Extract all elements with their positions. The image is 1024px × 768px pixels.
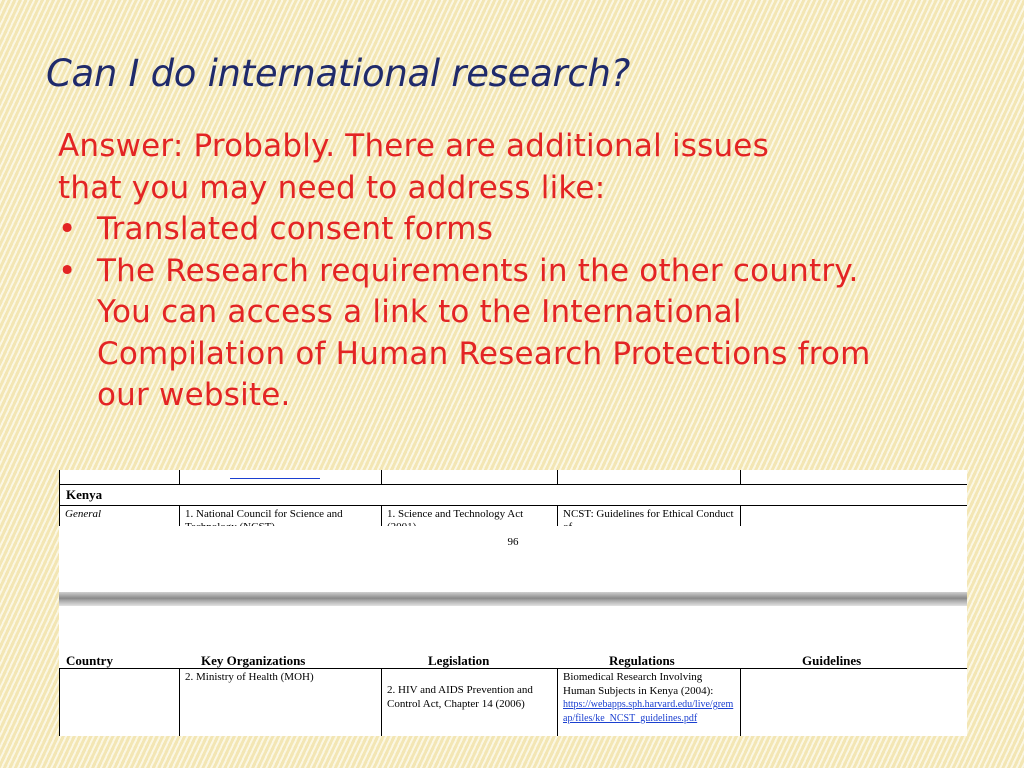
- slide-body: Answer: Probably. There are additional i…: [58, 126, 918, 417]
- cell-regulations: Biomedical Research Involving Human Subj…: [557, 668, 741, 736]
- bullet-icon: •: [58, 211, 77, 247]
- answer-line-1: Answer: Probably. There are additional i…: [58, 128, 769, 164]
- header-key-organizations: Key Organizations: [201, 653, 306, 668]
- bullet-item: • Translated consent forms: [58, 209, 918, 251]
- bullet-list: • Translated consent forms • The Researc…: [58, 209, 918, 417]
- answer-line-2: that you may need to address like:: [58, 169, 606, 206]
- guidelines-link[interactable]: https://webapps.sph.harvard.edu/live/gre…: [563, 698, 735, 725]
- header-guidelines: Guidelines: [802, 653, 862, 668]
- cell-guidelines: [740, 668, 967, 736]
- page-footer: 96: [59, 526, 967, 592]
- cell-key-org: 2. Ministry of Health (MOH): [179, 668, 382, 736]
- bullet-text: Translated consent forms: [97, 211, 494, 247]
- cell-legislation: 2. HIV and AIDS Prevention and Control A…: [381, 668, 558, 736]
- document-excerpt: Kenya General 1. National Council for Sc…: [59, 470, 967, 736]
- header-country: Country: [66, 653, 113, 668]
- bullet-item: • The Research requirements in the other…: [58, 251, 918, 417]
- kenya-heading-row: Kenya: [59, 483, 967, 506]
- slide-title: Can I do international research?: [46, 52, 630, 95]
- header-regulations: Regulations: [609, 653, 675, 668]
- page-number: 96: [507, 536, 519, 548]
- page2: Country Key Organizations Legislation Re…: [59, 606, 967, 736]
- kenya-heading: Kenya: [59, 483, 967, 506]
- table-row: 2. Ministry of Health (MOH) 2. HIV and A…: [59, 668, 967, 736]
- cut-link-fragment: [230, 478, 320, 479]
- bullet-icon: •: [58, 252, 77, 289]
- cut-row: [59, 470, 967, 485]
- page2-table: 2. Ministry of Health (MOH) 2. HIV and A…: [59, 668, 967, 736]
- page-break: [59, 592, 967, 606]
- regulations-text: Biomedical Research Involving Human Subj…: [563, 671, 714, 697]
- legislation-text: 2. HIV and AIDS Prevention and Control A…: [387, 684, 533, 710]
- bullet-text: The Research requirements in the other c…: [97, 252, 871, 414]
- header-legislation: Legislation: [428, 653, 490, 668]
- cell-country: [59, 668, 180, 736]
